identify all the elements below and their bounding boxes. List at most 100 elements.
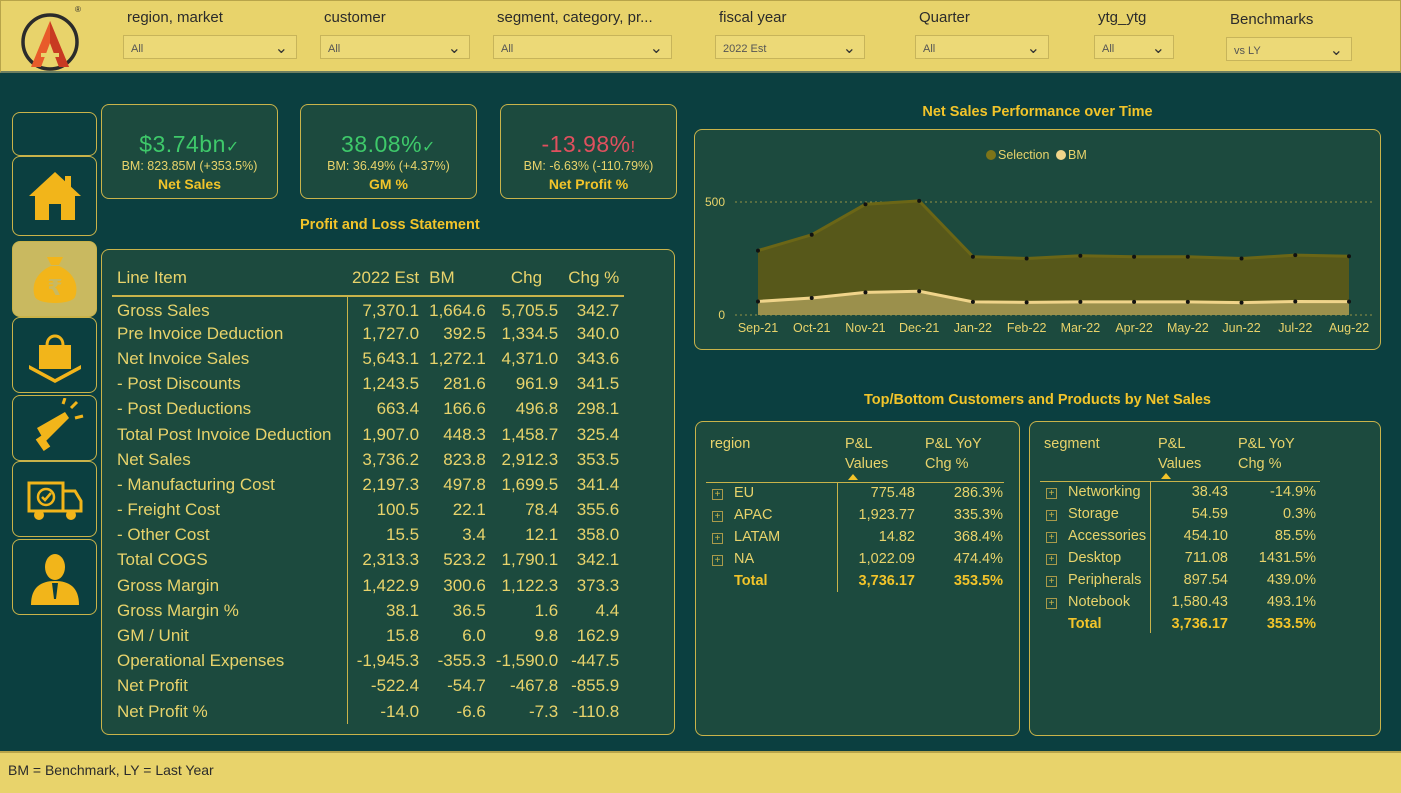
nav-sales-button[interactable] xyxy=(12,317,97,393)
header-region[interactable]: region xyxy=(710,434,750,454)
nav-supply-chain-button[interactable] xyxy=(12,461,97,537)
table-row[interactable]: + Notebook 1,580.43 493.1% xyxy=(1030,594,1380,616)
data-point[interactable] xyxy=(970,254,975,259)
expand-icon[interactable]: + xyxy=(1046,488,1057,499)
header-pl-values[interactable]: P&L Values xyxy=(845,434,888,474)
chevron-down-icon: ⌄ xyxy=(1026,40,1040,57)
filter-dropdown[interactable]: 2022 Est ⌄ xyxy=(715,35,865,59)
pl-row[interactable]: Net Sales 3,736.2 823.8 2,912.3 353.5 xyxy=(112,447,624,473)
filter-region-market[interactable]: region, market All ⌄ xyxy=(123,9,297,59)
col-2022-est[interactable]: 2022 Est xyxy=(347,260,425,297)
expand-icon[interactable]: + xyxy=(1046,598,1057,609)
expand-icon[interactable]: + xyxy=(712,511,723,522)
header-pl-yoy-chg[interactable]: P&L YoY Chg % xyxy=(925,434,982,474)
pl-row[interactable]: - Manufacturing Cost 2,197.3 497.8 1,699.5 3… xyxy=(112,472,624,498)
data-point[interactable] xyxy=(1347,254,1351,259)
pl-row[interactable]: - Other Cost 15.5 3.4 12.1 358.0 xyxy=(112,522,624,548)
table-row[interactable]: + APAC 1,923.77 335.3% xyxy=(696,507,1019,529)
data-point[interactable] xyxy=(1185,299,1190,304)
data-point[interactable] xyxy=(1293,253,1298,258)
filter-segment-category-product[interactable]: segment, category, pr... All ⌄ xyxy=(493,9,672,59)
expand-icon[interactable]: + xyxy=(1046,510,1057,521)
filter-dropdown[interactable]: All ⌄ xyxy=(123,35,297,59)
data-point[interactable] xyxy=(1132,299,1137,304)
data-point[interactable] xyxy=(809,296,814,301)
pl-row[interactable]: - Freight Cost 100.5 22.1 78.4 355.6 xyxy=(112,497,624,523)
filter-quarter[interactable]: Quarter All ⌄ xyxy=(915,9,1049,59)
data-point[interactable] xyxy=(756,248,760,253)
data-point[interactable] xyxy=(1078,253,1083,258)
data-point[interactable] xyxy=(1024,256,1029,261)
header-pl-values[interactable]: P&L Values xyxy=(1158,434,1201,474)
data-point[interactable] xyxy=(863,202,868,207)
pl-cell: 9.8 xyxy=(534,626,559,646)
data-point[interactable] xyxy=(756,299,760,304)
pl-row[interactable]: - Post Deductions 663.4 166.6 496.8 298.1 xyxy=(112,396,624,422)
filter-fiscal-year[interactable]: fiscal year 2022 Est ⌄ xyxy=(715,9,865,59)
x-tick-label: Feb-22 xyxy=(1007,321,1047,335)
col-line-item[interactable]: Line Item xyxy=(112,260,347,297)
filter-benchmarks[interactable]: Benchmarks vs LY ⌄ xyxy=(1226,11,1352,61)
table-row[interactable]: + Peripherals 897.54 439.0% xyxy=(1030,572,1380,594)
data-point[interactable] xyxy=(863,290,868,295)
table-row[interactable]: + Networking 38.43 -14.9% xyxy=(1030,484,1380,506)
data-point[interactable] xyxy=(809,232,814,237)
filter-dropdown[interactable]: vs LY ⌄ xyxy=(1226,37,1352,61)
kpi-name: Net Sales xyxy=(157,176,222,192)
table-row[interactable]: + Accessories 454.10 85.5% xyxy=(1030,528,1380,550)
nav-executive-button[interactable] xyxy=(12,539,97,615)
pl-row[interactable]: Pre Invoice Deduction 1,727.0 392.5 1,334.5… xyxy=(112,321,624,347)
filter-customer[interactable]: customer All ⌄ xyxy=(320,9,470,59)
col-chg-pct[interactable]: Chg % xyxy=(563,260,625,297)
table-row[interactable]: + Desktop 711.08 1431.5% xyxy=(1030,550,1380,572)
filter-dropdown[interactable]: All ⌄ xyxy=(493,35,672,59)
table-row[interactable]: + LATAM 14.82 368.4% xyxy=(696,529,1019,551)
data-point[interactable] xyxy=(917,289,922,294)
data-point[interactable] xyxy=(1293,299,1298,304)
expand-icon[interactable]: + xyxy=(1046,554,1057,565)
legend-label[interactable]: Selection xyxy=(998,148,1049,162)
filter-value: 2022 Est xyxy=(723,43,767,55)
col-chg[interactable]: Chg xyxy=(490,260,564,297)
nav-home-button[interactable] xyxy=(12,156,97,236)
filter-dropdown[interactable]: All ⌄ xyxy=(320,35,470,59)
data-point[interactable] xyxy=(1239,300,1244,305)
data-point[interactable] xyxy=(1132,254,1137,259)
pl-row[interactable]: - Post Discounts 1,243.5 281.6 961.9 341.5 xyxy=(112,371,624,397)
expand-icon[interactable]: + xyxy=(712,555,723,566)
header-pl-yoy-chg[interactable]: P&L YoY Chg % xyxy=(1238,434,1295,474)
col-bm[interactable]: BM xyxy=(424,260,491,297)
filter-dropdown[interactable]: All ⌄ xyxy=(915,35,1049,59)
pl-row[interactable]: Operational Expenses -1,945.3 -355.3 -1,590… xyxy=(112,648,624,674)
header-segment[interactable]: segment xyxy=(1044,434,1100,454)
expand-icon[interactable]: + xyxy=(1046,532,1057,543)
table-row[interactable]: + EU 775.48 286.3% xyxy=(696,485,1019,507)
expand-icon[interactable]: + xyxy=(712,489,723,500)
nav-finance-button[interactable]: ₹ xyxy=(12,241,97,317)
table-row[interactable]: + Storage 54.59 0.3% xyxy=(1030,506,1380,528)
data-point[interactable] xyxy=(1185,254,1190,259)
pl-row[interactable]: Gross Margin % 38.1 36.5 1.6 4.4 xyxy=(112,598,624,624)
legend-label[interactable]: BM xyxy=(1068,148,1087,162)
expand-icon[interactable]: + xyxy=(1046,576,1057,587)
pl-row[interactable]: Net Profit % -14.0 -6.6 -7.3 -110.8 xyxy=(112,699,624,725)
filter-ytg[interactable]: ytg_ytg All ⌄ xyxy=(1094,9,1174,59)
pl-row[interactable]: Total Post Invoice Deduction 1,907.0 448.3… xyxy=(112,421,624,448)
pl-row[interactable]: Total COGS 2,313.3 523.2 1,790.1 342.1 xyxy=(112,547,624,574)
nav-marketing-button[interactable] xyxy=(12,395,97,461)
pl-row[interactable]: Gross Sales 7,370.1 1,664.6 5,705.5 342.7 xyxy=(112,296,624,322)
data-point[interactable] xyxy=(970,299,975,304)
data-point[interactable] xyxy=(1347,299,1351,304)
table-row[interactable]: + NA 1,022.09 474.4% xyxy=(696,551,1019,573)
pl-row[interactable]: Net Profit -522.4 -54.7 -467.8 -855.9 xyxy=(112,673,624,699)
data-point[interactable] xyxy=(1239,256,1244,261)
pl-row[interactable]: GM / Unit 15.8 6.0 9.8 162.9 xyxy=(112,623,624,649)
pl-row[interactable]: Net Invoice Sales 5,643.1 1,272.1 4,371.0 34… xyxy=(112,346,624,372)
filter-dropdown[interactable]: All ⌄ xyxy=(1094,35,1174,59)
expand-icon[interactable]: + xyxy=(712,533,723,544)
pl-row[interactable]: Gross Margin 1,422.9 300.6 1,122.3 373.3 xyxy=(112,573,624,599)
data-point[interactable] xyxy=(1024,300,1029,305)
data-point[interactable] xyxy=(917,198,922,203)
pl-cell: 1,699.5 xyxy=(501,474,559,494)
data-point[interactable] xyxy=(1078,299,1083,304)
